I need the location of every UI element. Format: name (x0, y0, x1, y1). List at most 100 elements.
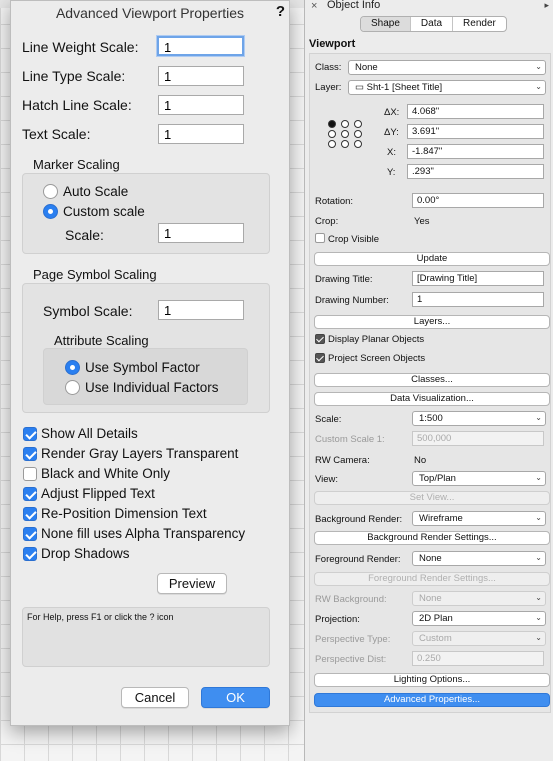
none-fill-alpha-checkbox[interactable] (23, 527, 37, 541)
layer-value: Sht-1 [Sheet Title] (366, 82, 443, 93)
background-render-select[interactable]: Wireframe ⌄ (412, 511, 546, 526)
foreground-render-value: None (419, 553, 442, 564)
rw-background-value: None (419, 593, 442, 604)
custom-scale-field: 500,000 (412, 431, 544, 446)
scale-select[interactable]: 1:500 ⌄ (412, 411, 546, 426)
dx-field[interactable]: 4.068" (407, 104, 544, 119)
oip-tab-bar: Shape Data Render (360, 16, 507, 32)
layer-label: Layer: (315, 82, 342, 93)
chevron-down-icon: ⌄ (535, 473, 542, 482)
drawing-title-field[interactable]: [Drawing Title] (412, 271, 544, 286)
x-field[interactable]: -1.847" (407, 144, 544, 159)
cancel-button[interactable]: Cancel (121, 687, 189, 708)
crop-visible-checkbox[interactable] (315, 233, 325, 243)
advanced-properties-button[interactable]: Advanced Properties... (314, 693, 550, 707)
crop-value: Yes (414, 216, 430, 227)
symbol-scale-input[interactable]: 1 (158, 300, 244, 320)
background-render-value: Wireframe (419, 513, 463, 524)
view-label: View: (315, 474, 339, 485)
perspective-dist-label: Perspective Dist: (315, 654, 387, 665)
lighting-options-button[interactable]: Lighting Options... (314, 673, 550, 687)
adjust-flipped-text-checkbox[interactable] (23, 487, 37, 501)
object-info-palette: × Object Info ▸ Shape Data Render Viewpo… (304, 0, 553, 761)
locus-dot-ml[interactable] (328, 130, 336, 138)
none-fill-alpha-label: None fill uses Alpha Transparency (41, 526, 246, 541)
tab-render[interactable]: Render (452, 17, 506, 31)
display-planar-checkbox[interactable] (315, 334, 325, 344)
y-field[interactable]: .293" (407, 164, 544, 179)
y-label: Y: (387, 167, 396, 178)
data-visualization-button[interactable]: Data Visualization... (314, 392, 550, 406)
reposition-dimension-text-checkbox[interactable] (23, 507, 37, 521)
locus-dot-mc[interactable] (341, 130, 349, 138)
crop-label: Crop: (315, 216, 339, 227)
locus-dot-bc[interactable] (341, 140, 349, 148)
chevron-down-icon: ⌄ (535, 613, 542, 622)
perspective-dist-field: 0.250 (412, 651, 544, 666)
locus-dot-tl[interactable] (328, 120, 336, 128)
marker-scale-input[interactable]: 1 (158, 223, 244, 243)
close-icon[interactable]: × (311, 0, 317, 12)
project-screen-label: Project Screen Objects (328, 353, 426, 364)
oip-body: Class: None ⌄ Layer: ▭ Sht-1 [Sheet Title… (309, 53, 551, 713)
dx-label: ΔX: (384, 107, 400, 118)
black-and-white-checkbox[interactable] (23, 467, 37, 481)
tab-data[interactable]: Data (409, 17, 452, 31)
locus-dot-bl[interactable] (328, 140, 336, 148)
use-individual-factors-radio[interactable] (65, 380, 80, 395)
rw-camera-label: RW Camera: (315, 455, 370, 466)
chevron-down-icon: ⌄ (535, 513, 542, 522)
class-select[interactable]: None ⌄ (348, 60, 546, 75)
chevron-down-icon: ⌄ (535, 82, 542, 91)
auto-scale-radio[interactable] (43, 184, 58, 199)
attribute-scaling-title: Attribute Scaling (54, 333, 149, 348)
auto-scale-label: Auto Scale (63, 184, 129, 199)
marker-scale-label: Scale: (65, 227, 104, 243)
show-all-details-label: Show All Details (41, 426, 138, 441)
drop-shadows-checkbox[interactable] (23, 547, 37, 561)
foreground-render-settings-button: Foreground Render Settings... (314, 572, 550, 586)
projection-label: Projection: (315, 614, 360, 625)
projection-value: 2D Plan (419, 613, 453, 624)
locus-dot-tc[interactable] (341, 120, 349, 128)
classes-button[interactable]: Classes... (314, 373, 550, 387)
hatch-line-scale-input[interactable]: 1 (158, 95, 244, 115)
dy-field[interactable]: 3.691" (407, 124, 544, 139)
section-title: Viewport (309, 38, 356, 50)
project-screen-checkbox[interactable] (315, 353, 325, 363)
background-render-settings-button[interactable]: Background Render Settings... (314, 531, 550, 545)
preview-button[interactable]: Preview (157, 573, 227, 594)
rw-background-label: RW Background: (315, 594, 387, 605)
custom-scale-radio[interactable] (43, 204, 58, 219)
help-icon[interactable]: ? (276, 3, 285, 20)
adjust-flipped-text-label: Adjust Flipped Text (41, 486, 155, 501)
projection-select[interactable]: 2D Plan ⌄ (412, 611, 546, 626)
layers-button[interactable]: Layers... (314, 315, 550, 329)
drawing-number-field[interactable]: 1 (412, 292, 544, 307)
ok-button[interactable]: OK (201, 687, 270, 708)
locus-dot-tr[interactable] (354, 120, 362, 128)
use-symbol-factor-radio[interactable] (65, 360, 80, 375)
symbol-scale-label: Symbol Scale: (43, 303, 133, 319)
layer-icon: ▭ (355, 82, 367, 93)
locus-dot-mr[interactable] (354, 130, 362, 138)
class-value: None (355, 62, 378, 73)
view-select[interactable]: Top/Plan ⌄ (412, 471, 546, 486)
rotation-field[interactable]: 0.00° (412, 193, 544, 208)
background-render-label: Background Render: (315, 514, 403, 525)
update-button[interactable]: Update (314, 252, 550, 266)
show-all-details-checkbox[interactable] (23, 427, 37, 441)
line-weight-scale-input[interactable]: 1 (157, 36, 244, 56)
rotation-label: Rotation: (315, 196, 354, 207)
locus-dot-br[interactable] (354, 140, 362, 148)
line-weight-scale-label: Line Weight Scale: (22, 39, 139, 55)
palette-menu-arrow-icon[interactable]: ▸ (544, 0, 549, 11)
advanced-viewport-properties-dialog: Advanced Viewport Properties ? Line Weig… (10, 0, 290, 726)
drawing-title-label: Drawing Title: (315, 274, 373, 285)
foreground-render-select[interactable]: None ⌄ (412, 551, 546, 566)
tab-shape[interactable]: Shape (361, 17, 410, 31)
text-scale-input[interactable]: 1 (158, 124, 244, 144)
render-gray-layers-checkbox[interactable] (23, 447, 37, 461)
line-type-scale-input[interactable]: 1 (158, 66, 244, 86)
layer-select[interactable]: ▭ Sht-1 [Sheet Title] ⌄ (348, 80, 546, 95)
